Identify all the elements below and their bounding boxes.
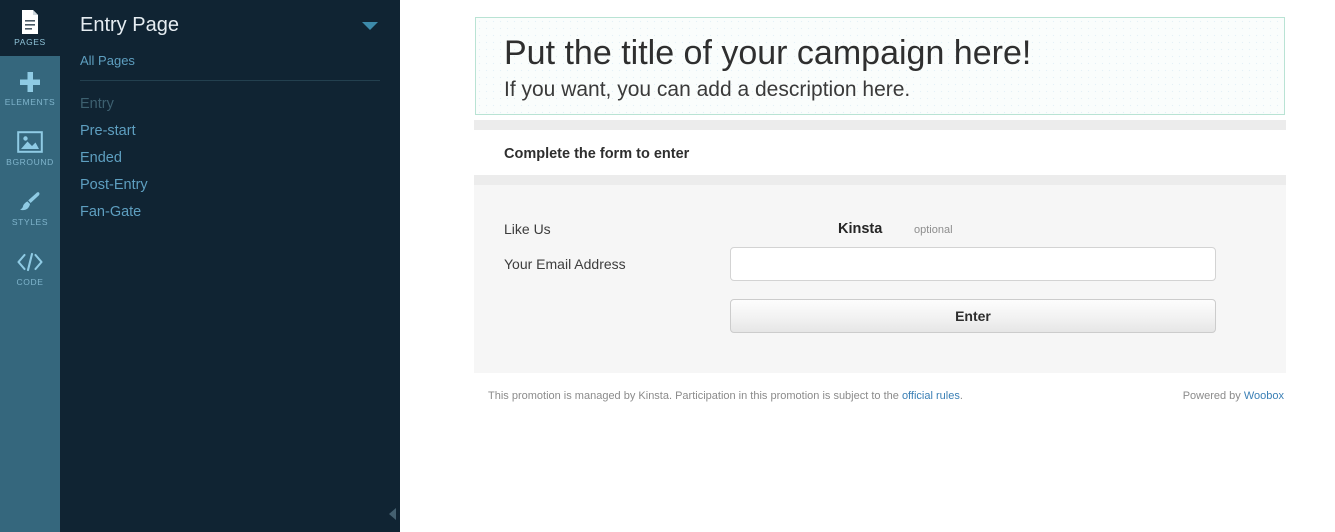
footer-legal-suffix: . [959, 390, 963, 402]
email-input[interactable] [730, 247, 1216, 281]
brush-icon [18, 189, 42, 215]
document-icon [19, 9, 41, 35]
campaign-canvas: Put the title of your campaign here! If … [400, 0, 1335, 532]
woobox-link[interactable]: Woobox [1244, 390, 1284, 402]
powered-by-prefix: Powered by [1182, 390, 1244, 402]
code-icon [16, 249, 44, 275]
campaign-description: If you want, you can add a description h… [504, 78, 911, 101]
section-divider-top [474, 120, 1286, 130]
like-us-label: Like Us [504, 221, 551, 237]
page-title: Entry Page [80, 14, 179, 36]
official-rules-link[interactable]: official rules [902, 390, 960, 402]
like-us-optional-tag: optional [914, 224, 953, 236]
rail-item-code[interactable]: CODE [0, 238, 60, 298]
canvas-footer: This promotion is managed by Kinsta. Par… [474, 388, 1286, 404]
rail-label-styles: STYLES [11, 217, 49, 227]
campaign-header-block[interactable]: Put the title of your campaign here! If … [475, 17, 1285, 115]
campaign-title: Put the title of your campaign here! [504, 34, 1032, 72]
like-us-brand[interactable]: Kinsta [838, 220, 882, 238]
section-divider-bottom [474, 175, 1286, 185]
pages-panel-header: Entry Page [60, 0, 400, 47]
plus-icon [18, 69, 42, 95]
footer-powered-by: Powered by Woobox [1183, 388, 1284, 404]
page-list: Entry Pre-start Ended Post-Entry Fan-Gat… [60, 81, 400, 226]
tool-rail: PAGES ELEMENTS BGROUND STYLES CODE [0, 0, 60, 532]
footer-legal-prefix: This promotion is managed by Kinsta. Par… [488, 390, 902, 402]
rail-item-elements[interactable]: ELEMENTS [0, 58, 60, 118]
page-list-item-ended[interactable]: Ended [80, 145, 380, 172]
rail-label-elements: ELEMENTS [4, 97, 56, 107]
rail-label-pages: PAGES [14, 37, 46, 47]
rail-item-styles[interactable]: STYLES [0, 178, 60, 238]
page-list-item-post-entry[interactable]: Post-Entry [80, 172, 380, 199]
rail-item-bground[interactable]: BGROUND [0, 118, 60, 178]
page-list-item-fan-gate[interactable]: Fan-Gate [80, 199, 380, 226]
form-heading: Complete the form to enter [504, 146, 690, 162]
rail-label-code: CODE [16, 277, 44, 287]
rail-item-pages[interactable]: PAGES [0, 0, 60, 56]
chevron-left-icon[interactable] [389, 508, 396, 520]
all-pages-link[interactable]: All Pages [80, 53, 135, 68]
image-icon [17, 129, 43, 155]
footer-legal-text: This promotion is managed by Kinsta. Par… [488, 388, 963, 404]
enter-button[interactable]: Enter [730, 299, 1216, 333]
all-pages-row: All Pages [60, 47, 400, 80]
entry-form: Like Us Kinsta optional Your Email Addre… [474, 185, 1286, 373]
chevron-down-icon[interactable] [362, 21, 378, 30]
page-list-item-pre-start[interactable]: Pre-start [80, 118, 380, 145]
rail-label-bground: BGROUND [6, 157, 54, 167]
email-label: Your Email Address [504, 256, 626, 272]
pages-panel: Entry Page All Pages Entry Pre-start End… [60, 0, 400, 532]
page-list-item-entry[interactable]: Entry [80, 91, 380, 118]
